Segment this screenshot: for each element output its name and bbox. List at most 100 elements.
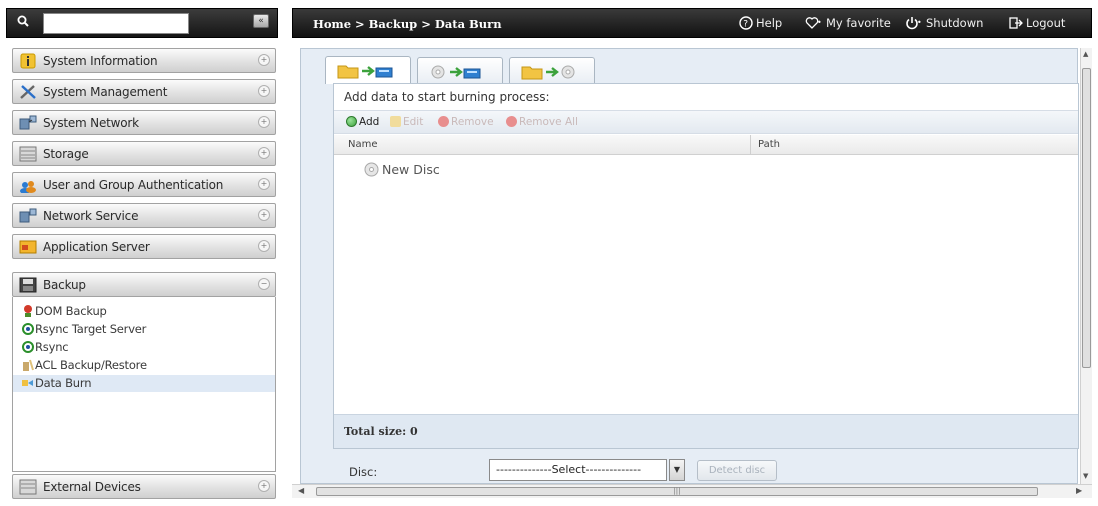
expand-icon[interactable]: + [258, 85, 270, 97]
sidebar-item-label: User and Group Authentication [43, 178, 224, 192]
search-input[interactable] [43, 13, 189, 34]
expand-icon[interactable]: + [258, 480, 270, 492]
power-icon: • [906, 17, 922, 30]
total-size-bar: Total size: 0 [334, 414, 1078, 448]
sidebar-item-system-information[interactable]: System Information + [12, 48, 276, 73]
expand-icon[interactable]: + [258, 116, 270, 128]
add-icon [346, 116, 357, 127]
help-label: Help [756, 16, 783, 30]
tools-icon [20, 85, 36, 99]
tab-data-to-disc[interactable] [325, 56, 411, 84]
search-icon [17, 15, 29, 27]
tab-disc-to-disc[interactable] [417, 57, 503, 83]
edit-label: Edit [403, 116, 424, 128]
folder-to-disc-image-icon [521, 65, 575, 80]
dom-backup-icon [24, 305, 32, 317]
column-header-name[interactable]: Name [348, 139, 378, 150]
data-burn-icon [22, 380, 33, 386]
folder-to-disc-icon [337, 65, 393, 79]
edit-icon [390, 116, 401, 127]
acl-icon [23, 359, 34, 371]
sidebar-item-storage[interactable]: Storage + [12, 141, 276, 166]
shutdown-link[interactable]: • Shutdown [905, 16, 983, 30]
sidebar-subitem-data-burn[interactable]: Data Burn [13, 375, 275, 392]
breadcrumb-current: Data Burn [434, 17, 502, 31]
sidebar-item-label: Application Server [43, 240, 150, 254]
main-area: Home > Backup > Data Burn ? Help • My favorite… [292, 8, 1092, 500]
top-bar: Home > Backup > Data Burn ? Help • My favorite… [292, 8, 1092, 38]
svg-text:•: • [817, 18, 822, 27]
tree-root-label: New Disc [382, 162, 440, 177]
total-size-value: 0 [410, 425, 418, 438]
rsync-target-icon [22, 323, 34, 335]
sidebar-subitem-rsync[interactable]: Rsync [13, 339, 275, 356]
sidebar-subitem-label: Rsync Target Server [35, 322, 147, 336]
rsync-icon [22, 341, 34, 353]
logout-label: Logout [1026, 16, 1066, 30]
expand-icon[interactable]: + [258, 209, 270, 221]
logout-icon [1009, 17, 1023, 29]
scroll-right-icon[interactable]: ▶ [1076, 486, 1082, 495]
edit-button[interactable]: Edit [390, 116, 423, 128]
sidebar-item-user-group-authentication[interactable]: User and Group Authentication + [12, 172, 276, 197]
remove-button[interactable]: Remove [438, 116, 494, 128]
scroll-down-icon[interactable]: ▼ [1083, 472, 1088, 480]
breadcrumb-separator: > [421, 17, 431, 31]
disc-select[interactable]: --------------Select-------------- [489, 459, 667, 481]
collapse-sidebar-button[interactable]: « [253, 14, 269, 28]
help-link[interactable]: ? Help [739, 16, 782, 30]
tab-image-to-disc[interactable] [509, 57, 595, 83]
help-icon: ? [739, 16, 753, 30]
remove-all-button[interactable]: Remove All [506, 116, 578, 128]
horizontal-scrollbar[interactable]: ◀ ||| ▶ [292, 484, 1092, 498]
scroll-left-icon[interactable]: ◀ [298, 486, 304, 495]
expand-icon[interactable]: + [258, 147, 270, 159]
sidebar-subitem-rsync-target-server[interactable]: Rsync Target Server [13, 321, 275, 338]
logout-link[interactable]: Logout [1009, 16, 1065, 30]
sidebar-item-system-network[interactable]: System Network + [12, 110, 276, 135]
breadcrumb-separator: > [355, 17, 365, 31]
sidebar-item-external-devices[interactable]: External Devices + [12, 474, 276, 499]
my-favorite-link[interactable]: • My favorite [805, 16, 891, 30]
expand-icon[interactable]: + [258, 54, 270, 66]
storage-icon [19, 146, 37, 162]
external-devices-icon [19, 479, 37, 495]
sidebar-subitem-acl-backup-restore[interactable]: ACL Backup/Restore [13, 357, 275, 374]
svg-text:•: • [917, 18, 922, 27]
sidebar-subitem-label: Data Burn [35, 376, 92, 390]
sidebar-subitem-label: Rsync [35, 340, 69, 354]
expand-icon[interactable]: + [258, 178, 270, 190]
breadcrumb-backup[interactable]: Backup [369, 17, 418, 31]
search-bar: « [6, 8, 278, 38]
chevron-down-icon[interactable]: ▼ [669, 459, 685, 481]
sidebar: « System Information + System Management… [6, 8, 278, 500]
sidebar-subitem-dom-backup[interactable]: DOM Backup [13, 303, 275, 320]
horizontal-scroll-thumb[interactable]: ||| [316, 487, 1038, 496]
tree-root-new-disc[interactable]: New Disc [364, 162, 440, 177]
vertical-scrollbar[interactable]: ▲ ▼ [1080, 48, 1092, 484]
column-divider[interactable] [750, 135, 751, 155]
sidebar-item-system-management[interactable]: System Management + [12, 79, 276, 104]
vertical-scroll-thumb[interactable] [1082, 68, 1091, 368]
breadcrumb-home[interactable]: Home [313, 17, 351, 31]
heart-icon: • [805, 17, 822, 29]
users-icon [20, 181, 36, 193]
scroll-up-icon[interactable]: ▲ [1083, 50, 1088, 58]
sidebar-item-backup[interactable]: Backup − [12, 272, 276, 297]
breadcrumb: Home > Backup > Data Burn [313, 17, 502, 31]
sidebar-item-application-server[interactable]: Application Server + [12, 234, 276, 259]
detect-disc-button[interactable]: Detect disc [697, 460, 777, 481]
collapse-icon[interactable]: − [258, 278, 270, 290]
sidebar-item-network-service[interactable]: Network Service + [12, 203, 276, 228]
remove-all-icon [506, 116, 517, 127]
info-icon [20, 53, 36, 69]
panel-title: Add data to start burning process: [344, 90, 550, 104]
total-size: Total size: 0 [344, 425, 418, 438]
column-header-path[interactable]: Path [758, 139, 780, 150]
burn-toolbar: Add Edit Remove Remove All [334, 110, 1078, 134]
backup-icon [19, 277, 37, 293]
expand-icon[interactable]: + [258, 240, 270, 252]
add-button[interactable]: Add [346, 116, 379, 128]
sidebar-item-label: System Information [43, 54, 158, 68]
sidebar-item-label: Storage [43, 147, 89, 161]
